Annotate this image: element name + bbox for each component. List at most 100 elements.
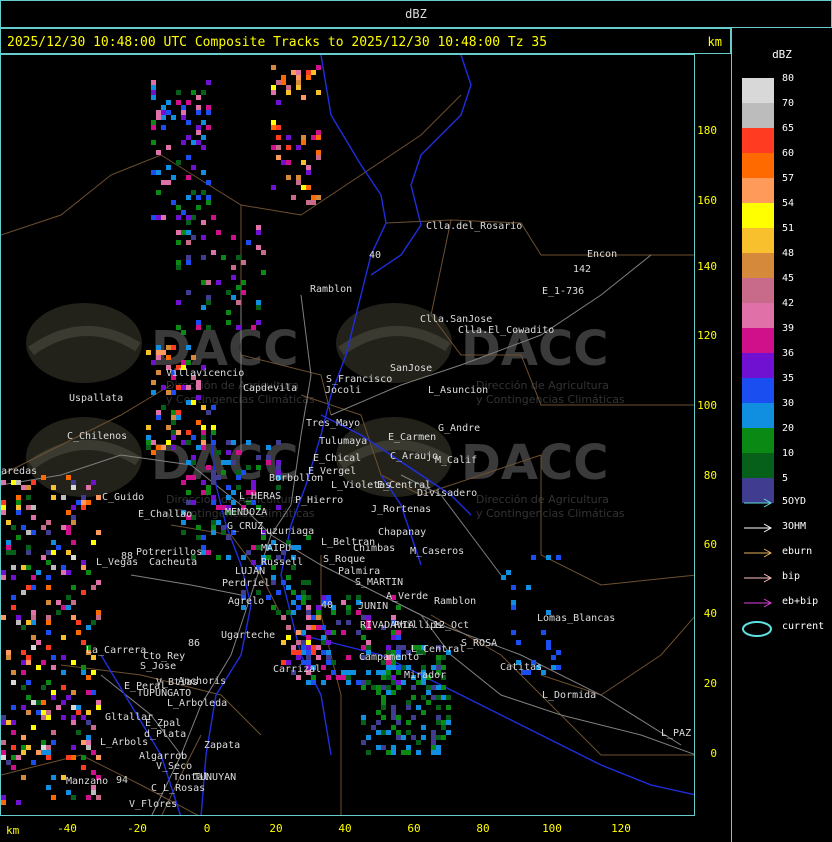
track-label: eb+bip [782,596,819,607]
radar-echo-cell [211,530,216,535]
radar-echo-cell [301,580,306,585]
radar-echo-cell [396,605,401,610]
radar-echo-cell [16,495,21,500]
radar-echo-cell [366,645,371,650]
radar-echo-cell [1,720,6,725]
radar-echo-cell [46,560,51,565]
place-label: E_Challao [138,509,193,520]
radar-echo-cell [256,590,261,595]
radar-echo-cell [1,795,6,800]
legend-swatch [742,203,774,228]
track-label: eburn [782,546,813,557]
radar-echo-cell [316,150,321,155]
radar-echo-cell [441,720,446,725]
map-header: 2025/12/30 10:48:00 UTC Composite Tracks… [0,28,731,54]
radar-echo-cell [161,115,166,120]
watermark-text: DACC [461,435,608,491]
radar-echo-cell [71,715,76,720]
radar-echo-cell [16,755,21,760]
radar-echo-cell [166,100,171,105]
radar-echo-cell [56,610,61,615]
radar-echo-cell [1,510,6,515]
radar-echo-cell [206,195,211,200]
radar-echo-cell [176,325,181,330]
radar-echo-cell [181,140,186,145]
radar-echo-cell [71,585,76,590]
radar-echo-cell [146,425,151,430]
radar-echo-cell [311,675,316,680]
radar-echo-cell [181,440,186,445]
radar-echo-cell [231,500,236,505]
place-label: G_CRUZ [227,521,264,532]
radar-map[interactable]: DACC Dirección de Agricultura y Contingenc… [0,54,695,816]
radar-echo-cell [206,200,211,205]
radar-echo-cell [276,100,281,105]
radar-echo-cell [201,280,206,285]
radar-echo-cell [146,440,151,445]
radar-echo-cell [191,455,196,460]
radar-echo-cell [311,615,316,620]
radar-echo-cell [296,85,301,90]
radar-echo-cell [1,500,6,505]
x-tick-label: 40 [338,822,352,835]
radar-echo-cell [436,750,441,755]
radar-echo-cell [196,140,201,145]
radar-echo-cell [151,440,156,445]
radar-echo-cell [401,645,406,650]
radar-echo-cell [446,720,451,725]
radar-echo-cell [171,415,176,420]
radar-echo-cell [246,440,251,445]
radar-echo-cell [301,630,306,635]
place-label: E_Carmen [388,432,437,443]
radar-echo-cell [186,460,191,465]
radar-echo-cell [36,750,41,755]
radar-echo-cell [156,350,161,355]
radar-echo-cell [46,530,51,535]
radar-echo-cell [331,670,336,675]
legend-value: 48 [782,248,795,259]
radar-echo-cell [261,270,266,275]
radar-echo-cell [286,85,291,90]
radar-echo-cell [296,640,301,645]
radar-echo-cell [326,640,331,645]
radar-echo-cell [166,110,171,115]
radar-echo-cell [236,470,241,475]
place-label: Borbollon [269,473,324,484]
radar-echo-cell [151,170,156,175]
radar-echo-cell [86,485,91,490]
x-tick-label: -20 [127,822,147,835]
radar-echo-cell [211,405,216,410]
radar-echo-cell [266,455,271,460]
radar-echo-cell [276,155,281,160]
radar-echo-cell [236,325,241,330]
radar-echo-cell [431,745,436,750]
radar-echo-cell [201,435,206,440]
radar-echo-cell [436,660,441,665]
radar-echo-cell [26,505,31,510]
place-label: L_PAZ [661,728,692,739]
radar-echo-cell [301,160,306,165]
radar-echo-cell [291,610,296,615]
radar-echo-cell [346,610,351,615]
place-label: V_Flores [129,799,178,810]
radar-echo-cell [61,655,66,660]
radar-echo-cell [171,390,176,395]
radar-echo-cell [196,380,201,385]
radar-echo-cell [546,640,551,645]
radar-echo-cell [286,625,291,630]
radar-echo-cell [211,520,216,525]
radar-echo-cell [151,380,156,385]
radar-echo-cell [46,550,51,555]
radar-echo-cell [271,580,276,585]
radar-echo-cell [196,395,201,400]
y-tick-label: 100 [697,399,717,412]
radar-echo-cell [36,570,41,575]
radar-echo-cell [396,730,401,735]
radar-echo-cell [26,680,31,685]
radar-echo-cell [336,620,341,625]
radar-echo-cell [386,730,391,735]
legend-swatch [742,453,774,478]
radar-echo-cell [336,675,341,680]
radar-echo-cell [271,125,276,130]
radar-echo-cell [316,655,321,660]
